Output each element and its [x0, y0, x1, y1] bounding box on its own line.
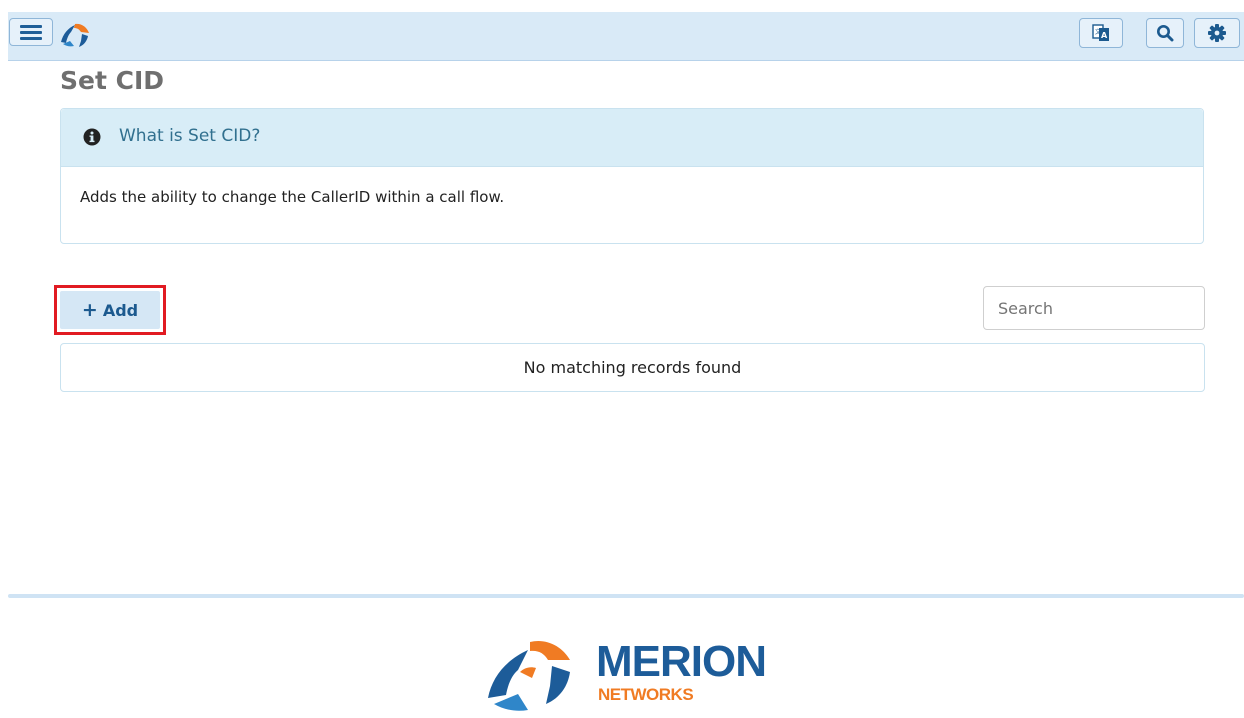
search-input[interactable] [983, 286, 1205, 330]
plus-icon: + [81, 298, 98, 321]
language-button[interactable]: 文 A [1079, 18, 1123, 48]
add-button[interactable]: + Add [60, 291, 160, 329]
info-panel: What is Set CID? Adds the ability to cha… [60, 108, 1204, 244]
gear-icon [1208, 24, 1226, 42]
menu-bar [20, 25, 42, 28]
footer-divider [8, 594, 1244, 598]
hamburger-menu-button[interactable] [9, 18, 53, 46]
page-title: Set CID [60, 66, 165, 95]
add-button-label: Add [102, 300, 139, 320]
footer-brand-subtitle: NETWORKS [598, 685, 694, 704]
settings-button[interactable] [1194, 18, 1240, 48]
info-panel-header: What is Set CID? [61, 109, 1203, 167]
add-button-highlight: + Add [54, 285, 166, 335]
search-icon [1157, 25, 1174, 42]
search-button[interactable] [1146, 18, 1184, 48]
info-circle-icon [83, 128, 101, 146]
info-panel-heading: What is Set CID? [119, 126, 261, 146]
translate-icon: 文 A [1092, 24, 1109, 41]
footer-brand-name: MERION [596, 637, 767, 686]
info-panel-description: Adds the ability to change the CallerID … [80, 188, 505, 206]
top-navbar: 文 A [8, 12, 1244, 61]
records-table: No matching records found [60, 343, 1205, 392]
empty-table-message: No matching records found [523, 358, 742, 377]
menu-bar [20, 31, 42, 34]
menu-bar [20, 37, 42, 40]
svg-text:A: A [1101, 31, 1108, 40]
merion-logo-icon[interactable] [57, 20, 91, 48]
